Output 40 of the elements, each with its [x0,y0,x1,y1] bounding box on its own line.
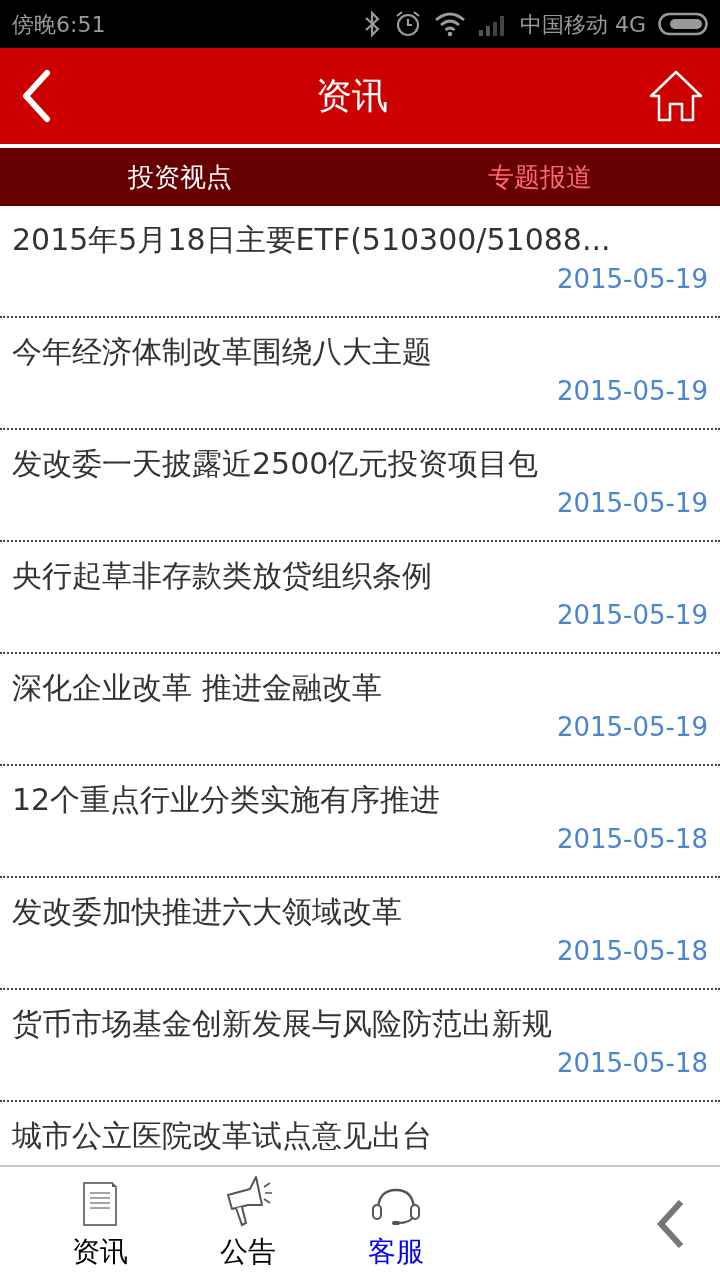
news-date: 2015-05-18 [556,1047,708,1080]
news-title: 城市公立医院改革试点意见出台 [12,1117,433,1155]
news-item[interactable]: 货币市场基金创新发展与风险防范出新规 2015-05-18 [0,990,720,1102]
news-item[interactable]: 深化企业改革 推进金融改革 2015-05-19 [0,654,720,766]
news-date: 2015-05-19 [556,711,708,744]
news-date: 2015-05-19 [556,375,708,408]
news-title: 今年经济体制改革围绕八大主题 [12,333,433,371]
page-title: 资讯 [316,74,388,118]
home-icon [649,70,703,122]
nav-tab[interactable]: 客服 [322,1167,470,1280]
news-title: 深化企业改革 推进金融改革 [12,669,383,707]
news-title: 2015年5月18日主要ETF(510300/51088... [12,221,612,259]
nav-tab[interactable]: 公告 [174,1167,322,1280]
wifi-icon [433,11,466,37]
news-item[interactable]: 12个重点行业分类实施有序推进 2015-05-18 [0,766,720,878]
tab[interactable]: 投资视点 [0,148,360,206]
news-date: 2015-05-19 [556,599,708,632]
news-date: 2015-05-18 [556,935,708,968]
news-item[interactable]: 发改委加快推进六大领域改革 2015-05-18 [0,878,720,990]
back-icon [21,69,51,123]
headset-icon [370,1186,422,1227]
battery-icon [658,12,708,36]
news-date: 2015-05-19 [556,263,708,296]
carrier-label: 中国移动 4G [519,10,646,39]
news-date: 2015-05-19 [556,487,708,520]
news-item[interactable]: 发改委一天披露近2500亿元投资项目包 2015-05-19 [0,430,720,542]
news-item[interactable]: 央行起草非存款类放贷组织条例 2015-05-19 [0,542,720,654]
news-title: 发改委一天披露近2500亿元投资项目包 [12,445,540,483]
document-icon [82,1180,118,1227]
news-title: 货币市场基金创新发展与风险防范出新规 [12,1005,553,1043]
nav-tab[interactable]: 资讯 [26,1167,174,1280]
news-title: 发改委加快推进六大领域改革 [12,893,403,931]
status-time: 傍晚6:51 [12,10,106,39]
tab[interactable]: 专题报道 [360,148,720,206]
news-date: 2015-05-18 [556,823,708,856]
news-title: 12个重点行业分类实施有序推进 [12,781,442,819]
news-item[interactable]: 2015年5月18日主要ETF(510300/51088... 2015-05-19 [0,206,720,318]
news-item[interactable]: 今年经济体制改革围绕八大主题 2015-05-19 [0,318,720,430]
news-title: 央行起草非存款类放贷组织条例 [12,557,433,595]
chevron-left-icon [655,1197,685,1250]
